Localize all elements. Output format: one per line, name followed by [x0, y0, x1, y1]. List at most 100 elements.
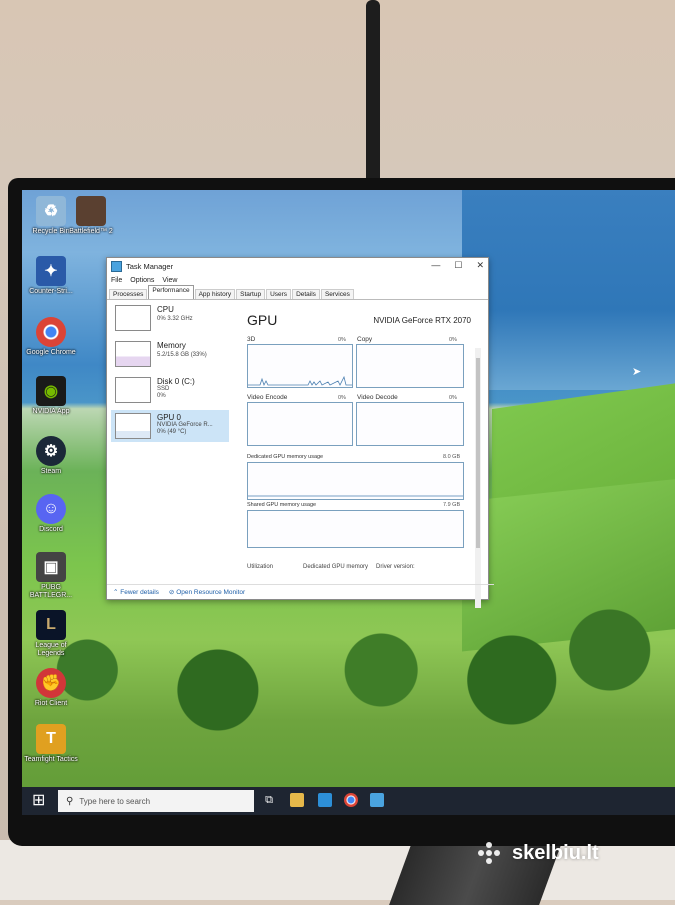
mail-icon[interactable] — [318, 793, 332, 807]
shared-memory-max: 7.9 GB — [443, 502, 461, 508]
steam-icon: ⚙ — [36, 436, 66, 466]
title-bar[interactable]: Task Manager — ☐ ✕ — [107, 258, 488, 274]
window-title: Task Manager — [126, 261, 174, 271]
mouse-cursor-icon: ➤ — [632, 366, 642, 378]
memory-thumbnail-graph — [115, 341, 151, 367]
menu-file[interactable]: File — [111, 277, 122, 284]
desktop-icon-riot[interactable]: ✊ Riot Client — [22, 668, 80, 708]
tab-app-history[interactable]: App history — [194, 289, 236, 299]
battlefield-icon — [76, 196, 106, 226]
graph-label-video-decode[interactable]: Video Decode — [357, 394, 398, 401]
search-icon: ⚲ — [66, 795, 74, 807]
dedicated-memory-summary: Dedicated GPU memory — [303, 564, 369, 570]
menu-view[interactable]: View — [162, 277, 177, 284]
resource-monitor-label: Open Resource Monitor — [176, 589, 246, 596]
resource-gpu[interactable]: GPU 0 NVIDIA GeForce R... 0% (49 °C) — [111, 410, 229, 442]
gpu-thumbnail-graph — [115, 413, 151, 439]
graph-copy — [356, 344, 464, 388]
league-icon: L — [36, 610, 66, 640]
menu-options[interactable]: Options — [130, 277, 154, 284]
monitor-cable — [366, 0, 380, 190]
scrollbar-thumb[interactable] — [476, 358, 480, 548]
driver-version-label: Driver version: — [376, 564, 415, 570]
graph-shared-memory — [247, 510, 464, 548]
desktop-icon-nvidia[interactable]: ◉ NVIDIA App — [22, 376, 80, 416]
desktop-icon-battlefield[interactable]: Battlefield™ 2 — [62, 196, 120, 236]
desktop-icon-tft[interactable]: T Teamfight Tactics — [22, 724, 80, 764]
chevron-up-icon: ⌃ — [113, 589, 119, 596]
resource-detail: 5.2/15.8 GB (33%) — [157, 352, 207, 358]
desktop-icon-discord[interactable]: ☺ Discord — [22, 494, 80, 534]
resource-memory[interactable]: Memory 5.2/15.8 GB (33%) — [111, 338, 229, 370]
tab-details[interactable]: Details — [292, 289, 320, 299]
graph-3d-trace — [248, 375, 352, 387]
resource-monitor-icon: ⊘ — [168, 589, 175, 596]
riot-icon: ✊ — [36, 668, 66, 698]
windows-logo-icon: ⊞ — [32, 792, 46, 809]
graph-label-copy[interactable]: Copy — [357, 336, 372, 343]
resource-name: Memory — [157, 341, 186, 350]
resource-cpu[interactable]: CPU 0% 3.32 GHz — [111, 302, 229, 334]
shared-memory-label: Shared GPU memory usage — [247, 502, 317, 508]
desktop-icon-chrome[interactable]: Google Chrome — [22, 317, 80, 357]
fewer-details-label: Fewer details — [120, 589, 159, 596]
task-manager-taskbar-icon[interactable] — [370, 793, 384, 807]
tab-services[interactable]: Services — [320, 289, 354, 299]
resource-name: GPU 0 — [157, 413, 182, 422]
graph-video-encode — [247, 402, 353, 446]
start-button[interactable]: ⊞ — [32, 792, 50, 810]
graph-dedicated-memory — [247, 462, 464, 500]
gpu-model-name: NVIDIA GeForce RTX 2070 — [373, 316, 471, 325]
scrollbar[interactable] — [475, 348, 481, 608]
graph-label-video-encode[interactable]: Video Encode — [247, 394, 287, 401]
graph-video-decode — [356, 402, 464, 446]
counter-strike-icon: ✦ — [36, 256, 66, 286]
chrome-taskbar-icon[interactable] — [344, 793, 358, 807]
graph-percent: 0% — [449, 337, 457, 343]
tab-startup[interactable]: Startup — [236, 289, 266, 299]
dedicated-memory-max: 8.0 GB — [443, 454, 461, 460]
desktop-icon-counter-strike[interactable]: ✦ Counter-Stri... — [22, 256, 80, 296]
dedicated-memory-trace — [248, 495, 463, 497]
tab-users[interactable]: Users — [266, 289, 292, 299]
resource-detail: SSD — [157, 386, 170, 392]
wallpaper-trees — [22, 590, 675, 790]
watermark: skelbiu.lt — [478, 838, 668, 868]
desktop-icon-league[interactable]: L League of Legends — [22, 610, 80, 658]
close-button[interactable]: ✕ — [476, 260, 484, 271]
desktop-screen: ♻ Recycle Bin Battlefield™ 2 ✦ Counter-S… — [22, 190, 675, 815]
resource-list: CPU 0% 3.32 GHz Memory 5.2/15.8 GB (33%)… — [111, 302, 231, 577]
tab-processes[interactable]: Processes — [109, 289, 148, 299]
tft-icon: T — [36, 724, 66, 754]
resource-detail: 0% (49 °C) — [157, 429, 187, 435]
dedicated-memory-label: Dedicated GPU memory usage — [247, 454, 324, 460]
graph-percent: 0% — [338, 337, 346, 343]
watermark-text: skelbiu.lt — [512, 841, 599, 864]
tab-performance[interactable]: Performance — [148, 285, 194, 299]
desktop-icon-pubg[interactable]: ▣ PUBG BATTLEGR... — [22, 552, 80, 600]
task-view-icon[interactable]: ⧉ — [262, 793, 276, 807]
watermark-logo-icon — [478, 842, 506, 864]
resource-detail: NVIDIA GeForce R... — [157, 422, 213, 428]
graph-percent: 0% — [338, 395, 346, 401]
resource-detail: 0% — [157, 393, 166, 399]
disk-thumbnail-graph — [115, 377, 151, 403]
gpu-heading: GPU — [247, 312, 278, 328]
gpu-summary-labels: Utilization Dedicated GPU memory Driver … — [247, 564, 415, 570]
resource-disk[interactable]: Disk 0 (C:) SSD 0% — [111, 374, 229, 406]
resource-monitor-link[interactable]: ⊘ Open Resource Monitor — [169, 588, 245, 596]
minimize-button[interactable]: — — [431, 260, 440, 271]
desktop-icon-steam[interactable]: ⚙ Steam — [22, 436, 80, 476]
graph-label-3d[interactable]: 3D — [247, 336, 255, 343]
maximize-button[interactable]: ☐ — [454, 260, 462, 271]
resource-name: CPU — [157, 305, 174, 314]
fewer-details-link[interactable]: ⌃ Fewer details — [113, 588, 159, 596]
window-controls: — ☐ ✕ — [431, 260, 484, 271]
search-box[interactable]: ⚲ Type here to search — [58, 790, 254, 812]
desktop-icons: ♻ Recycle Bin Battlefield™ 2 ✦ Counter-S… — [22, 190, 113, 790]
task-manager-window[interactable]: Task Manager — ☐ ✕ File Options View Pro… — [106, 257, 494, 608]
resource-detail: 0% 3.32 GHz — [157, 316, 193, 322]
cpu-thumbnail-graph — [115, 305, 151, 331]
file-explorer-icon[interactable] — [290, 793, 304, 807]
resource-name: Disk 0 (C:) — [157, 377, 195, 386]
